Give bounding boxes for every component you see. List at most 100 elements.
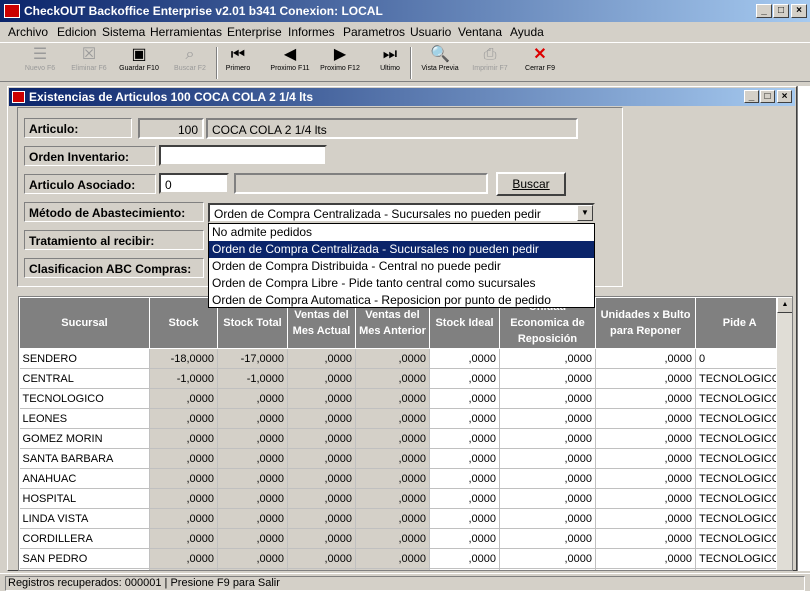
table-cell[interactable]: ,0000: [287, 408, 356, 429]
menu-archivo[interactable]: Archivo: [8, 25, 48, 39]
dropdown-option[interactable]: Orden de Compra Libre - Pide tanto centr…: [209, 275, 594, 292]
table-cell[interactable]: ,0000: [149, 528, 218, 549]
table-cell[interactable]: ,0000: [355, 468, 430, 489]
table-cell[interactable]: CENTRAL: [19, 368, 150, 389]
column-header[interactable]: Sucursal: [19, 297, 150, 349]
table-cell[interactable]: -17,0000: [217, 348, 288, 369]
table-cell[interactable]: ,0000: [217, 548, 288, 569]
table-cell[interactable]: ,0000: [499, 408, 596, 429]
table-cell[interactable]: ,0000: [355, 408, 430, 429]
table-cell[interactable]: ,0000: [149, 548, 218, 569]
close-button[interactable]: ×: [791, 4, 807, 18]
table-cell[interactable]: ,0000: [149, 468, 218, 489]
column-header[interactable]: Unidades x Bulto para Reponer: [595, 297, 696, 349]
table-cell[interactable]: ,0000: [595, 488, 696, 509]
table-cell[interactable]: ,0000: [287, 528, 356, 549]
table-row[interactable]: SENDERO -18,0000 -17,0000,0000,0000,0000,0…: [19, 348, 785, 369]
table-cell[interactable]: ,0000: [217, 388, 288, 409]
table-cell[interactable]: ,0000: [499, 348, 596, 369]
nuevo-button[interactable]: ☰ Nuevo F6: [14, 45, 66, 81]
table-cell[interactable]: HOSPITAL: [19, 488, 150, 509]
table-cell[interactable]: ,0000: [287, 508, 356, 529]
table-cell[interactable]: ,0000: [595, 528, 696, 549]
table-cell[interactable]: SAN PEDRO: [19, 548, 150, 569]
table-cell[interactable]: ANAHUAC: [19, 468, 150, 489]
table-cell[interactable]: ,0000: [429, 488, 500, 509]
table-cell[interactable]: LINDA VISTA: [19, 508, 150, 529]
table-cell[interactable]: ,0000: [595, 548, 696, 569]
table-cell[interactable]: ,0000: [149, 488, 218, 509]
buscar-toolbar-button[interactable]: ⌕ Buscar F2: [164, 45, 216, 81]
ultimo-button[interactable]: ⏭ Ultimo: [364, 45, 416, 81]
table-cell[interactable]: TECNOLOGICO: [695, 548, 785, 569]
table-cell[interactable]: TECNOLOGICO: [695, 428, 785, 449]
table-cell[interactable]: ,0000: [355, 368, 430, 389]
table-row[interactable]: ANAHUAC ,0000,0000,0000,0000,0000,0000,00…: [19, 468, 785, 489]
imprimir-button[interactable]: ⎙ Imprimir F7: [464, 45, 516, 81]
table-cell[interactable]: ,0000: [595, 568, 696, 570]
table-cell[interactable]: ,0000: [355, 388, 430, 409]
eliminar-button[interactable]: ☒ Eliminar F6: [63, 45, 115, 81]
cerrar-button[interactable]: ✕ Cerrar F9: [514, 45, 566, 81]
vertical-scrollbar[interactable]: ▲: [776, 297, 792, 570]
table-cell[interactable]: ,0000: [287, 488, 356, 509]
table-cell[interactable]: ,0000: [287, 468, 356, 489]
table-cell[interactable]: ,0000: [595, 468, 696, 489]
table-cell[interactable]: SANTA BARBARA: [19, 448, 150, 469]
menu-ayuda[interactable]: Ayuda: [510, 25, 544, 39]
table-cell[interactable]: ,0000: [355, 448, 430, 469]
table-cell[interactable]: ,0000: [595, 508, 696, 529]
table-cell[interactable]: ,0000: [595, 428, 696, 449]
table-cell[interactable]: ,0000: [355, 428, 430, 449]
table-cell[interactable]: CORDILLERA: [19, 528, 150, 549]
table-cell[interactable]: ,0000: [217, 468, 288, 489]
table-cell[interactable]: ,0000: [499, 368, 596, 389]
table-row[interactable]: PALESTINA,0000,0000,0000,0000,0000,0000,…: [19, 568, 785, 570]
table-cell[interactable]: TECNOLOGICO: [695, 368, 785, 389]
table-cell[interactable]: ,0000: [355, 528, 430, 549]
table-row[interactable]: TECNOLOGICO ,0000,0000,0000,0000,0000,000…: [19, 388, 785, 409]
table-row[interactable]: CENTRAL -1,0000 -1,0000,0000,0000,0000,000…: [19, 368, 785, 389]
table-cell[interactable]: ,0000: [429, 388, 500, 409]
chevron-down-icon[interactable]: ▼: [577, 205, 593, 221]
scroll-up-icon[interactable]: ▲: [777, 297, 792, 313]
table-cell[interactable]: ,0000: [149, 388, 218, 409]
menu-herramientas[interactable]: Herramientas: [150, 25, 222, 39]
orden-inventario-input[interactable]: [159, 145, 327, 166]
table-cell[interactable]: -18,0000: [149, 348, 218, 369]
child-minimize-button[interactable]: _: [744, 90, 759, 103]
table-cell[interactable]: ,0000: [595, 348, 696, 369]
table-cell[interactable]: LEONES: [19, 408, 150, 429]
table-cell[interactable]: ,0000: [287, 368, 356, 389]
table-cell[interactable]: ,0000: [355, 488, 430, 509]
table-cell[interactable]: ,0000: [429, 548, 500, 569]
table-cell[interactable]: ,0000: [499, 548, 596, 569]
table-cell[interactable]: ,0000: [595, 368, 696, 389]
dropdown-option[interactable]: Orden de Compra Distribuida - Central no…: [209, 258, 594, 275]
menu-usuario[interactable]: Usuario: [410, 25, 451, 39]
table-cell[interactable]: ,0000: [287, 388, 356, 409]
table-cell[interactable]: ,0000: [429, 468, 500, 489]
menu-sistema[interactable]: Sistema: [102, 25, 145, 39]
table-cell[interactable]: ,0000: [499, 388, 596, 409]
table-cell[interactable]: TECNOLOGICO: [695, 388, 785, 409]
table-cell[interactable]: ,0000: [287, 348, 356, 369]
table-cell[interactable]: ,0000: [217, 428, 288, 449]
table-cell[interactable]: ,0000: [429, 448, 500, 469]
dropdown-option-selected[interactable]: Orden de Compra Centralizada - Sucursale…: [209, 241, 594, 258]
proximo-f11-button[interactable]: ◀ Proximo F11: [264, 45, 316, 81]
minimize-button[interactable]: _: [756, 4, 772, 18]
table-cell[interactable]: GOMEZ MORIN: [19, 428, 150, 449]
menu-ventana[interactable]: Ventana: [458, 25, 502, 39]
table-cell[interactable]: ,0000: [429, 348, 500, 369]
table-cell[interactable]: ,0000: [217, 508, 288, 529]
table-cell[interactable]: ,0000: [149, 508, 218, 529]
table-cell[interactable]: ,0000: [149, 568, 218, 570]
table-cell[interactable]: ,0000: [499, 528, 596, 549]
table-row[interactable]: LINDA VISTA ,0000,0000,0000,0000,0000,000…: [19, 508, 785, 529]
table-row[interactable]: SAN PEDRO ,0000,0000,0000,0000,0000,0000,…: [19, 548, 785, 569]
primero-button[interactable]: ⏮ Primero: [212, 45, 264, 81]
table-cell[interactable]: PALESTINA: [19, 568, 150, 570]
vista-previa-button[interactable]: 🔍 Vista Previa: [414, 45, 466, 81]
child-maximize-button[interactable]: □: [760, 90, 775, 103]
